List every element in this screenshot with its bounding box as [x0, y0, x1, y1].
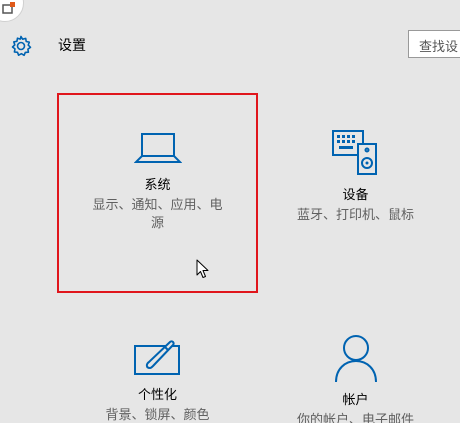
search-placeholder: 查找设	[419, 40, 459, 55]
person-icon	[334, 335, 377, 383]
tile-accounts[interactable]: 帐户 你的帐户、电子邮件	[258, 333, 453, 423]
tile-description: 你的帐户、电子邮件	[258, 412, 453, 423]
tile-description-line: 蓝牙、打印机、鼠标	[296, 208, 414, 223]
tile-devices[interactable]: 设备 蓝牙、打印机、鼠标	[258, 128, 453, 225]
tile-description: 蓝牙、打印机、鼠标	[258, 207, 453, 225]
tile-description-line: 你的帐户、电子邮件	[296, 413, 414, 423]
gear-icon	[11, 35, 32, 57]
tile-system[interactable]: 系统 显示、通知、应用、电 源	[60, 128, 255, 233]
tile-description-line: 背景、锁屏、颜色	[105, 408, 210, 423]
personalization-icon	[133, 340, 180, 375]
devices-icon	[331, 130, 377, 175]
mouse-cursor-icon	[196, 259, 209, 278]
header: 设置 查找设	[0, 30, 460, 60]
tile-name: 帐户	[342, 393, 369, 408]
tile-description-line: 显示、通知、应用、电	[92, 198, 223, 213]
search-input[interactable]: 查找设	[408, 30, 460, 58]
app-corner-tile	[0, 0, 24, 22]
tile-description: 显示、通知、应用、电 源	[60, 197, 255, 233]
tile-name: 系统	[144, 178, 171, 193]
tile-description: 背景、锁屏、颜色	[60, 407, 255, 423]
settings-window: 设置 查找设 系统 显示、通知、应用、电 源 设备 蓝牙、打印机、鼠标 个性化 …	[0, 0, 460, 423]
tile-description-line: 源	[150, 216, 164, 231]
tile-name: 设备	[342, 188, 369, 203]
app-icon	[2, 2, 15, 14]
page-title: 设置	[58, 38, 86, 54]
laptop-icon	[133, 133, 182, 163]
tile-name: 个性化	[137, 388, 177, 403]
tile-personalization[interactable]: 个性化 背景、锁屏、颜色	[60, 338, 255, 423]
